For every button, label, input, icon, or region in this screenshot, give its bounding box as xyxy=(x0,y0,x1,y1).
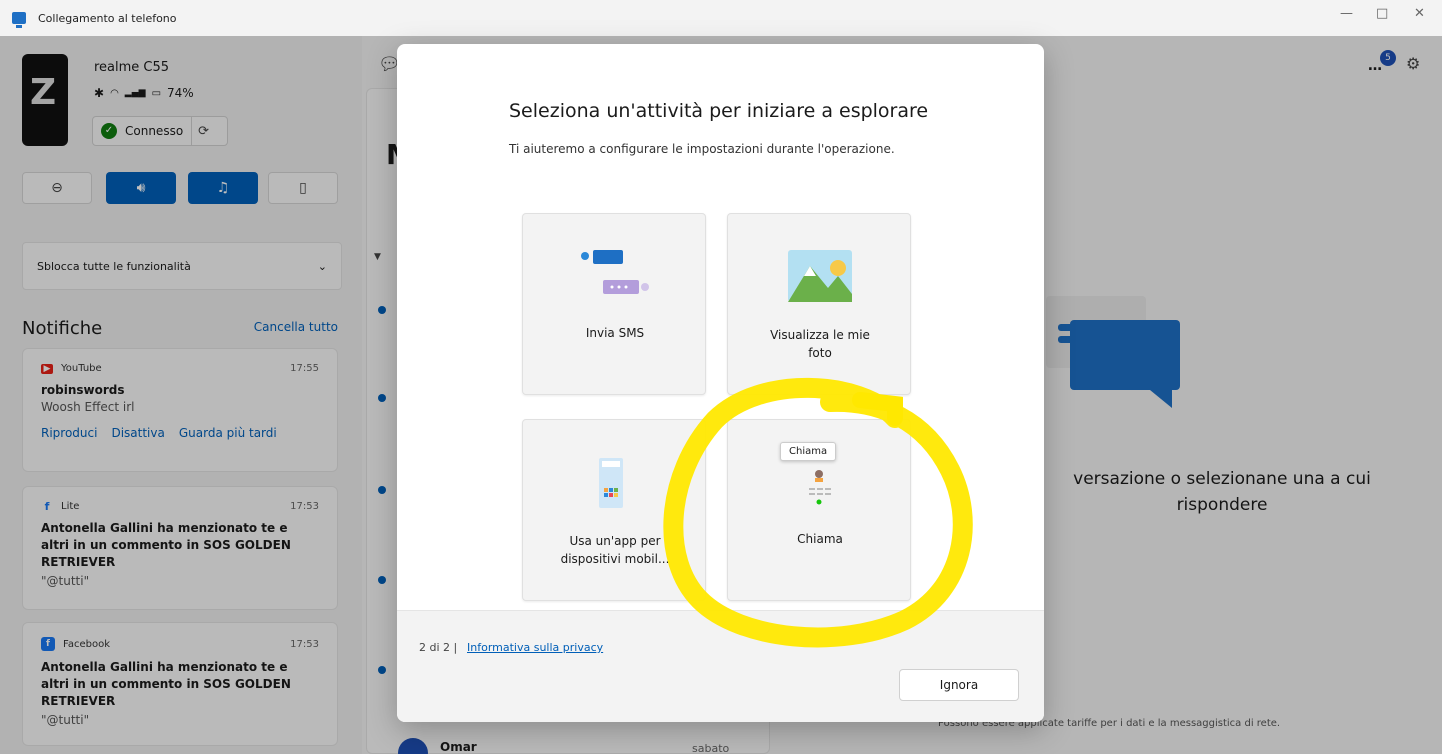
mobile-apps-label-line1: Usa un'app per xyxy=(569,534,661,548)
close-button[interactable]: ✕ xyxy=(1414,6,1425,21)
onboarding-dialog: Seleziona un'attività per iniziare a esp… xyxy=(397,44,1044,722)
view-photos-tile[interactable]: Visualizza le mie foto xyxy=(727,213,911,395)
send-sms-label: Invia SMS xyxy=(585,326,645,340)
view-photos-label: Visualizza le mie foto xyxy=(728,326,912,362)
view-photos-label-line2: foto xyxy=(808,346,832,360)
sms-illustration-icon xyxy=(581,250,649,294)
dialog-title: Seleziona un'attività per iniziare a esp… xyxy=(509,100,929,122)
ignore-button[interactable]: Ignora xyxy=(899,669,1019,701)
mobile-apps-label-line2: dispositivi mobil... xyxy=(560,552,670,566)
send-sms-tile[interactable]: Invia SMS xyxy=(522,213,706,395)
photos-illustration-icon xyxy=(788,250,852,302)
view-photos-label-line1: Visualizza le mie xyxy=(770,328,870,342)
dialog-subtitle: Ti aiuteremo a configurare le impostazio… xyxy=(509,142,895,156)
call-illustration-icon xyxy=(809,470,831,505)
call-tooltip: Chiama xyxy=(780,442,837,461)
minimize-button[interactable]: — xyxy=(1340,6,1353,21)
mobile-app-illustration-icon xyxy=(599,458,623,508)
mobile-apps-label: Usa un'app per dispositivi mobil... xyxy=(523,532,707,568)
step-indicator: 2 di 2 | xyxy=(419,641,458,654)
maximize-button[interactable]: □ xyxy=(1376,6,1388,21)
window-title: Collegamento al telefono xyxy=(38,11,177,25)
phone-link-app-icon xyxy=(12,12,26,28)
title-bar: Collegamento al telefono — □ ✕ xyxy=(0,0,1442,36)
mobile-apps-tile[interactable]: Usa un'app per dispositivi mobil... xyxy=(522,419,706,601)
call-label: Chiama xyxy=(797,532,843,546)
privacy-link[interactable]: Informativa sulla privacy xyxy=(467,641,603,654)
dialog-footer: 2 di 2 | Informativa sulla privacy Ignor… xyxy=(397,610,1044,722)
